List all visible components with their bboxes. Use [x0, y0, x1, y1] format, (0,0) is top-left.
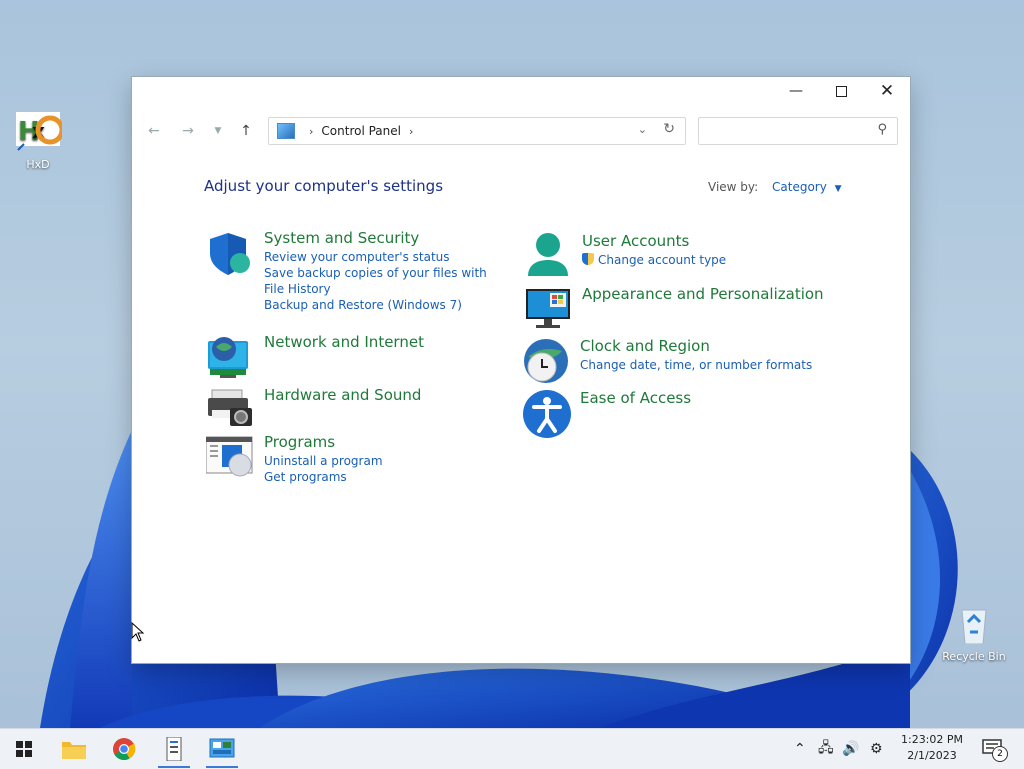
arrow-up-icon: ↑ [240, 123, 252, 139]
arrow-left-icon: ← [148, 123, 160, 139]
control-panel-icon [209, 738, 235, 758]
view-by-dropdown[interactable]: Category [772, 180, 827, 194]
category-title[interactable]: System and Security [264, 229, 494, 247]
tray-settings[interactable]: ⚙ [870, 729, 883, 769]
network-icon: 🖧 [818, 740, 834, 756]
printer-icon[interactable] [206, 386, 254, 434]
minimize-icon: — [789, 83, 803, 99]
close-button[interactable]: ✕ [864, 77, 910, 105]
desktop-icon-label: HxD [26, 158, 50, 171]
programs-icon[interactable] [205, 433, 254, 481]
address-bar[interactable]: › Control Panel › ⌄ ↻ [268, 117, 686, 145]
category-link[interactable]: Change account type [582, 252, 812, 268]
accessibility-icon[interactable] [522, 389, 571, 438]
clock-date: 2/1/2023 [907, 749, 957, 762]
category-title[interactable]: User Accounts [582, 232, 812, 250]
arrow-right-icon: → [182, 123, 194, 139]
address-dropdown-icon[interactable]: ⌄ [638, 123, 647, 136]
start-button[interactable] [4, 733, 44, 765]
back-button[interactable]: ← [144, 121, 164, 141]
breadcrumb-chevron-icon[interactable]: › [409, 125, 413, 138]
category-link[interactable]: Save backup copies of your files with Fi… [264, 265, 494, 297]
network-globe-icon[interactable] [206, 333, 254, 381]
maximize-button[interactable] [818, 77, 864, 105]
notification-badge: 2 [992, 746, 1008, 762]
category-link[interactable]: Uninstall a program [264, 453, 494, 469]
chevron-up-icon: ⌃ [794, 741, 806, 757]
category-title[interactable]: Hardware and Sound [264, 386, 494, 404]
category-link[interactable]: Change date, time, or number formats [580, 357, 830, 373]
tray-volume[interactable]: 🔊 [842, 729, 859, 769]
gear-icon: ⚙ [870, 741, 883, 757]
uac-shield-icon [582, 253, 594, 265]
recycle-bin-icon [950, 604, 998, 645]
search-input[interactable] [705, 120, 869, 144]
chrome-icon [113, 738, 136, 760]
minimize-button[interactable]: — [773, 77, 819, 105]
document-app-icon [166, 737, 182, 761]
chevron-down-icon: ▼ [214, 126, 222, 136]
forward-button[interactable]: → [178, 121, 198, 141]
category-title[interactable]: Network and Internet [264, 333, 494, 351]
tray-network[interactable]: 🖧 [818, 729, 834, 769]
desktop-icon-recycle-bin[interactable]: Recycle Bin [942, 604, 1006, 663]
taskbar: ⌃ 🖧 🔊 ⚙ 1:23:02 PM 2/1/2023 2 [0, 728, 1024, 769]
clock-globe-icon[interactable] [522, 337, 570, 385]
hxd-icon: H x [14, 112, 65, 152]
tray-overflow-button[interactable]: ⌃ [794, 729, 806, 769]
user-icon[interactable] [524, 232, 572, 280]
up-button[interactable]: ↑ [236, 121, 256, 141]
breadcrumb-control-panel[interactable]: Control Panel [321, 124, 401, 138]
category-title[interactable]: Clock and Region [580, 337, 830, 355]
caret-down-icon[interactable]: ▼ [835, 184, 842, 194]
shield-icon[interactable] [206, 229, 254, 277]
refresh-icon[interactable]: ↻ [663, 121, 675, 137]
category-title[interactable]: Appearance and Personalization [582, 285, 842, 303]
control-panel-window: — ✕ ← → ▼ ↑ › Control Panel › ⌄ ↻ ⚲ Adju… [132, 77, 910, 663]
recent-locations-button[interactable]: ▼ [208, 121, 228, 141]
category-link[interactable]: Review your computer's status [264, 249, 494, 265]
control-panel-small-icon [277, 123, 295, 139]
clock-time: 1:23:02 PM [900, 733, 964, 746]
taskbar-clock[interactable]: 1:23:02 PM 2/1/2023 [892, 732, 972, 764]
category-link[interactable]: Get programs [264, 469, 494, 485]
view-by: View by: Category ▼ [708, 180, 842, 194]
category-link[interactable]: Backup and Restore (Windows 7) [264, 297, 494, 313]
notification-button[interactable]: 2 [982, 739, 1008, 762]
taskbar-control-panel[interactable] [202, 733, 242, 768]
windows-logo-icon [16, 741, 32, 757]
appearance-monitor-icon[interactable] [524, 285, 572, 333]
search-box[interactable]: ⚲ [698, 117, 898, 145]
category-link-text[interactable]: Change account type [598, 253, 726, 267]
view-by-label: View by: [708, 180, 759, 194]
folder-icon [62, 742, 86, 759]
breadcrumb-chevron-icon: › [309, 124, 314, 138]
taskbar-app[interactable] [154, 733, 194, 768]
taskbar-chrome[interactable] [104, 733, 144, 765]
navigation-bar: ← → ▼ ↑ › Control Panel › ⌄ ↻ ⚲ [132, 117, 910, 145]
category-title[interactable]: Ease of Access [580, 389, 810, 407]
page-title: Adjust your computer's settings [204, 177, 444, 195]
category-title[interactable]: Programs [264, 433, 494, 451]
maximize-icon [835, 85, 847, 97]
speaker-icon: 🔊 [842, 741, 860, 757]
desktop-icon-label: Recycle Bin [942, 650, 1006, 663]
desktop-icon-hxd[interactable]: H x HxD [6, 112, 70, 171]
taskbar-file-explorer[interactable] [54, 733, 94, 765]
search-icon[interactable]: ⚲ [877, 122, 887, 137]
close-icon: ✕ [879, 81, 895, 101]
title-bar[interactable]: — ✕ [132, 77, 910, 105]
mouse-cursor-icon [131, 621, 145, 646]
